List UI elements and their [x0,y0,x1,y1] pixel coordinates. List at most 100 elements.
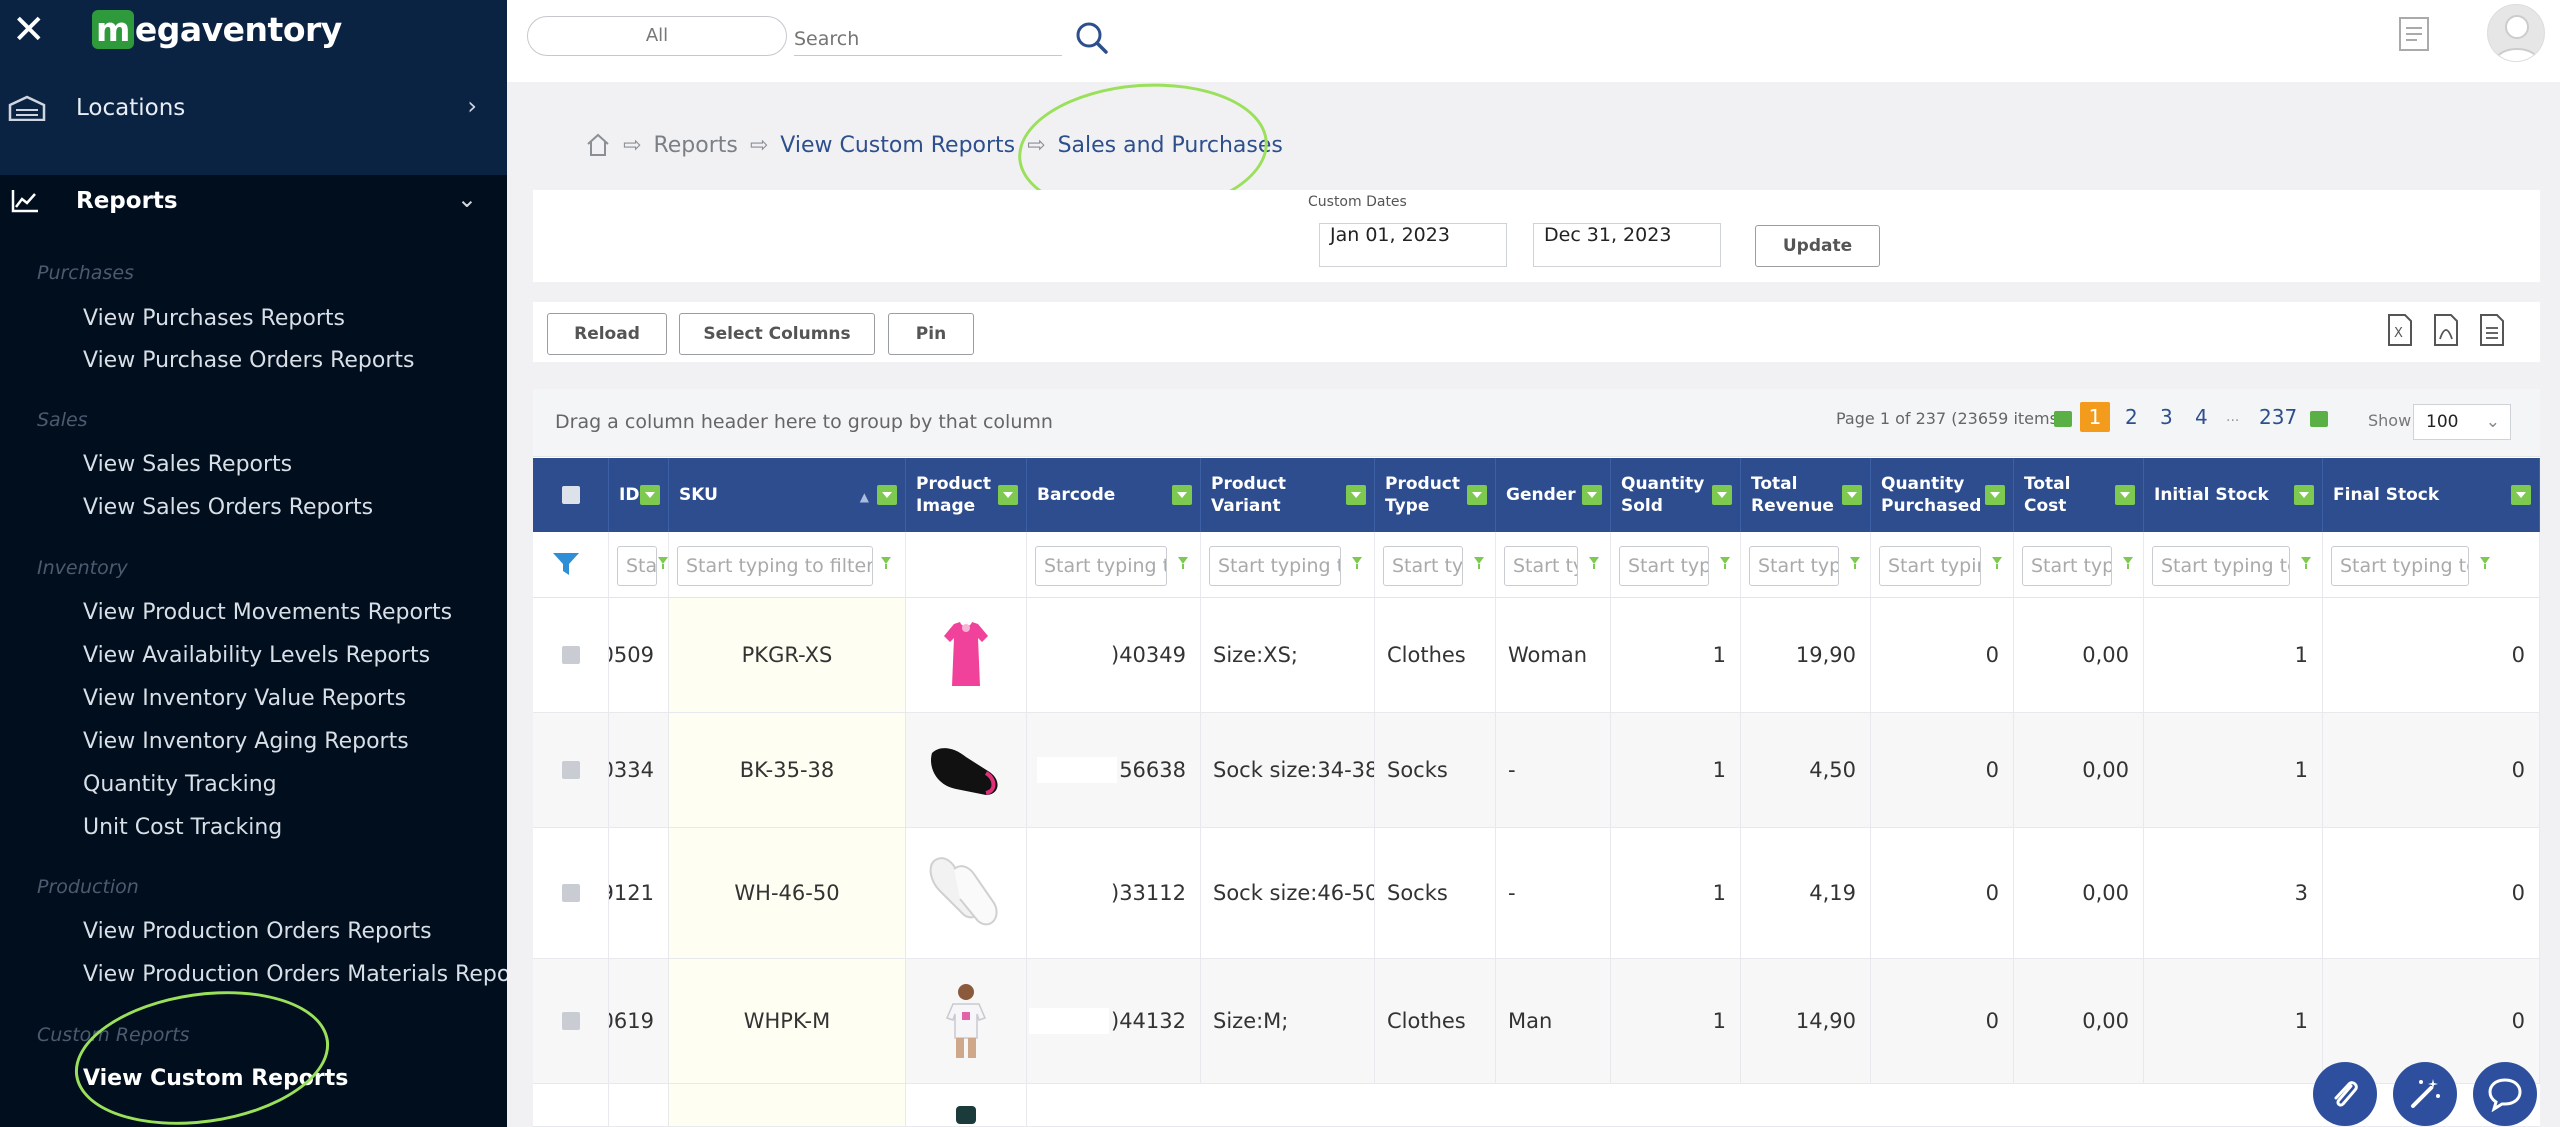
chat-button[interactable] [2473,1062,2537,1126]
prev-page-icon[interactable] [2054,411,2072,427]
filter-options-icon[interactable] [2479,556,2491,570]
page-size-select[interactable]: 100 ⌄ [2413,404,2511,440]
pdf-export-icon[interactable] [2432,313,2460,347]
row-checkbox[interactable] [561,761,580,779]
avatar[interactable] [2487,4,2545,62]
search-icon[interactable] [1072,18,1112,58]
column-menu-icon[interactable] [640,485,660,505]
header-product-variant[interactable]: Product Variant [1201,458,1375,532]
filter-options-icon[interactable] [880,556,892,570]
product-image-man-tshirt[interactable] [941,982,991,1060]
sidebar-item-view-sales-orders-reports[interactable]: View Sales Orders Reports [83,495,373,520]
row-checkbox[interactable] [561,884,580,902]
sidebar-item-view-purchases-reports[interactable]: View Purchases Reports [83,306,345,331]
filter-variant-input[interactable]: Start typing t [1209,546,1341,586]
sidebar-item-unit-cost-tracking[interactable]: Unit Cost Tracking [83,815,282,840]
column-menu-icon[interactable] [1985,485,2005,505]
header-gender[interactable]: Gender [1496,458,1611,532]
sidebar-item-view-inventory-aging-reports[interactable]: View Inventory Aging Reports [83,729,409,754]
header-total-cost[interactable]: Total Cost [2014,458,2144,532]
magic-wand-button[interactable] [2393,1062,2457,1126]
column-menu-icon[interactable] [998,485,1018,505]
filter-qty-purchased-input[interactable]: Start typin [1879,546,1981,586]
next-page-icon[interactable] [2310,411,2328,427]
product-image-pink-tshirt[interactable] [940,620,992,690]
header-barcode[interactable]: Barcode [1027,458,1201,532]
document-icon[interactable] [2397,16,2431,52]
table-row[interactable]: 70334 BK-35-38 56638 Sock size:34-38; So… [533,713,2540,828]
sidebar-item-locations[interactable]: Locations › [0,80,507,136]
brand-logo[interactable]: m egaventory [92,10,342,49]
page-2[interactable]: 2 [2125,405,2138,429]
filter-options-icon[interactable] [1177,556,1189,570]
header-id[interactable]: ID [609,458,669,532]
select-columns-button[interactable]: Select Columns [679,313,875,355]
column-menu-icon[interactable] [1582,485,1602,505]
breadcrumb-view-custom-reports[interactable]: View Custom Reports [780,133,1015,158]
page-1[interactable]: 1 [2080,402,2110,432]
column-menu-icon[interactable] [2294,485,2314,505]
filter-barcode-input[interactable]: Start typing t [1035,546,1167,586]
filter-options-icon[interactable] [1849,556,1861,570]
column-menu-icon[interactable] [1346,485,1366,505]
filter-initial-input[interactable]: Start typing to [2152,546,2290,586]
header-quantity-sold[interactable]: Quantity Sold [1611,458,1741,532]
filter-sku-input[interactable]: Start typing to filter [677,546,873,586]
filter-options-icon[interactable] [2300,556,2312,570]
sidebar-item-view-product-movements-reports[interactable]: View Product Movements Reports [83,600,452,625]
filter-icon[interactable] [551,550,581,578]
header-initial-stock[interactable]: Initial Stock [2144,458,2323,532]
table-row[interactable]: 99121 WH-46-50 )33112 Sock size:46-50; S… [533,828,2540,959]
csv-export-icon[interactable] [2478,313,2506,347]
product-image-partial[interactable] [954,1104,978,1124]
column-menu-icon[interactable] [1172,485,1192,505]
header-product-type[interactable]: Product Type [1375,458,1496,532]
sidebar-item-view-production-orders-reports[interactable]: View Production Orders Reports [83,919,432,944]
page-4[interactable]: 4 [2195,405,2208,429]
filter-options-icon[interactable] [1351,556,1363,570]
group-panel[interactable]: Drag a column header here to group by th… [533,389,2540,457]
column-menu-icon[interactable] [1712,485,1732,505]
column-menu-icon[interactable] [1842,485,1862,505]
select-all-checkbox[interactable] [561,486,580,504]
column-menu-icon[interactable] [877,485,897,505]
sidebar-item-view-sales-reports[interactable]: View Sales Reports [83,452,292,477]
filter-cost-input[interactable]: Start typ [2022,546,2112,586]
excel-export-icon[interactable]: X [2386,313,2414,347]
date-to-input[interactable]: Dec 31, 2023 [1533,223,1721,267]
close-icon[interactable]: ✕ [12,10,52,50]
filter-options-icon[interactable] [2122,556,2134,570]
home-icon[interactable] [585,132,611,158]
table-row[interactable] [533,1084,2540,1127]
page-3[interactable]: 3 [2160,405,2173,429]
update-button[interactable]: Update [1755,225,1880,267]
filter-options-icon[interactable] [1588,556,1600,570]
sidebar-item-view-production-orders-materials-reports[interactable]: View Production Orders Materials Reports [83,962,507,987]
sidebar-item-reports[interactable]: Reports ⌄ [0,175,507,227]
filter-gender-input[interactable]: Start ty [1504,546,1578,586]
sidebar-item-quantity-tracking[interactable]: Quantity Tracking [83,772,277,797]
filter-type-input[interactable]: Start ty [1383,546,1463,586]
filter-options-icon[interactable] [657,556,669,570]
attach-button[interactable] [2313,1062,2377,1126]
filter-options-icon[interactable] [1473,556,1485,570]
header-product-image[interactable]: Product Image [906,458,1027,532]
product-image-white-socks[interactable] [926,851,1006,935]
search-scope-select[interactable]: All [527,16,787,56]
product-image-black-sock[interactable] [926,735,1006,805]
filter-qty-sold-input[interactable]: Start typ [1619,546,1709,586]
sidebar-item-view-purchase-orders-reports[interactable]: View Purchase Orders Reports [83,348,414,373]
breadcrumb-reports[interactable]: Reports [653,133,737,158]
date-from-input[interactable]: Jan 01, 2023 [1319,223,1507,267]
column-menu-icon[interactable] [1467,485,1487,505]
header-total-revenue[interactable]: Total Revenue [1741,458,1871,532]
header-quantity-purchased[interactable]: Quantity Purchased [1871,458,2014,532]
table-row[interactable]: 100619 WHPK-M )44132 Size:M; Clothes Man… [533,959,2540,1084]
header-sku[interactable]: SKU ▲ [669,458,906,532]
pin-button[interactable]: Pin [888,313,974,355]
filter-final-input[interactable]: Start typing to [2331,546,2469,586]
filter-revenue-input[interactable]: Start typ [1749,546,1839,586]
filter-options-icon[interactable] [1991,556,2003,570]
table-row[interactable]: 100509 PKGR-XS )40349 Size:XS; Clothes W… [533,598,2540,713]
column-menu-icon[interactable] [2511,485,2531,505]
